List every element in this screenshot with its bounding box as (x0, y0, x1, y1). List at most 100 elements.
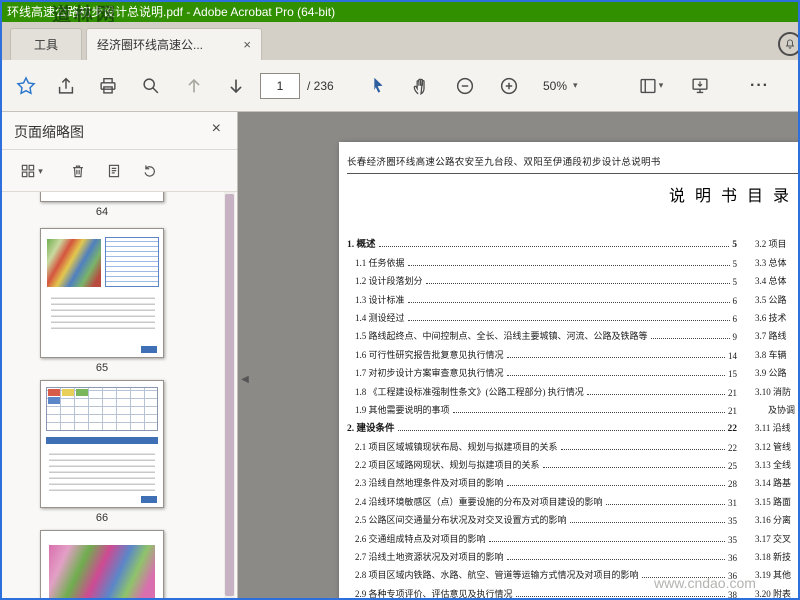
toc-fragment: 3.14 路基 (755, 478, 792, 489)
share-button[interactable] (52, 72, 80, 100)
previous-page-button[interactable] (180, 72, 208, 100)
delete-pages-button[interactable] (66, 159, 90, 183)
thumbnail-label-66: 66 (95, 512, 109, 524)
toc-fragment: 3.19 其他 (755, 570, 792, 581)
thumbnail-map-image (49, 545, 155, 598)
bell-icon (785, 39, 795, 49)
zoom-level-value: 50% (543, 78, 568, 93)
thumbnail-options-button[interactable]: ▾ (14, 159, 48, 183)
tab-document[interactable]: 经济圈环线高速公... × (86, 28, 262, 60)
dot-leader (542, 467, 725, 469)
toc-entry: 2.4 沿线环境敏感区（点）重要设施的分布及对项目建设的影响 31 (355, 496, 737, 508)
pdf-page: 长春经济圈环线高速公路农安至九台段、双阳至伊通段初步设计总说明书 说 明 书 目… (339, 142, 798, 598)
next-page-button[interactable] (222, 72, 250, 100)
dot-leader (407, 301, 730, 303)
star-icon (16, 75, 36, 95)
toc-fragment: 3.15 路面 (755, 496, 792, 507)
thumbnail-logo (141, 346, 157, 353)
toc-entry: 1.4 测设经过 6 (355, 312, 737, 324)
toc-fragment: 3.11 沿线 (755, 423, 791, 434)
dot-leader (515, 595, 725, 597)
title-bar: 环线高速公路初步设计总说明.pdf - Adobe Acrobat Pro (6… (2, 2, 798, 22)
thumbnail-map-image (47, 239, 101, 287)
print-button[interactable] (94, 72, 122, 100)
toc-entry: 1.6 可行性研究报告批复意见执行情况 14 (355, 349, 737, 361)
dot-leader (378, 246, 730, 248)
thumbnail-table-image (46, 387, 158, 431)
thumbnail-legend-table (105, 237, 159, 287)
thumbnails-scrollbar[interactable] (224, 192, 235, 598)
dot-leader (425, 283, 730, 285)
thumbnails-panel: 页面缩略图 × ▾ 64 65 66 (2, 112, 238, 598)
toc-fragment: 3.20 附表 (755, 588, 792, 598)
favorites-star-button[interactable] (12, 72, 40, 100)
thumbnails-panel-header: 页面缩略图 × (2, 112, 237, 150)
thumbnails-panel-title: 页面缩略图 (14, 124, 84, 140)
panel-close-button[interactable]: × (212, 120, 221, 138)
thumbnail-page-65[interactable] (40, 228, 164, 358)
tab-tools[interactable]: 工具 (10, 28, 82, 60)
fullscreen-button[interactable] (686, 72, 714, 100)
insert-page-button[interactable] (102, 159, 126, 183)
plus-circle-icon (500, 77, 518, 94)
cursor-icon (374, 77, 383, 93)
toc-entry: 1. 概述 5 (347, 240, 737, 251)
table-cell-yellow (62, 389, 74, 396)
dot-leader (605, 503, 725, 505)
toc-entry: 2. 建设条件 22 (347, 424, 737, 435)
zoom-in-button[interactable] (495, 72, 523, 100)
thumbnail-page-66[interactable] (40, 380, 164, 508)
thumbnail-page-64[interactable] (40, 192, 164, 202)
dot-leader (560, 448, 725, 450)
thumbnail-page-partial[interactable] (40, 530, 164, 598)
dot-leader (407, 319, 730, 321)
rotate-page-button[interactable] (138, 159, 162, 183)
hand-tool-button[interactable] (407, 72, 435, 100)
arrow-up-icon (188, 78, 200, 92)
page-display-button[interactable]: ▾ (630, 72, 670, 100)
tab-close-icon[interactable]: × (243, 38, 251, 51)
share-icon (58, 77, 74, 94)
table-cell-red (48, 389, 60, 396)
toc-entry: 1.7 对初步设计方案审查意见执行情况 15 (355, 368, 737, 380)
window-title: 环线高速公路初步设计总说明.pdf - Adobe Acrobat Pro (6… (7, 5, 336, 19)
page-number-input[interactable] (260, 72, 300, 99)
toc-fragment: 3.16 分离 (755, 515, 792, 526)
more-tools-button[interactable]: ··· (750, 77, 769, 95)
toc-entry: 2.6 交通组成特点及对项目的影响 35 (355, 533, 737, 545)
toc-fragment: 3.9 公路 (755, 368, 787, 379)
toc-fragment: 3.5 公路 (755, 294, 787, 305)
arrow-down-icon (230, 79, 242, 93)
toc-fragment: 3.6 技术 (755, 312, 787, 323)
dot-leader (407, 264, 730, 266)
thumbnail-text-lines (49, 451, 155, 491)
thumbnail-logo (141, 496, 157, 503)
dot-leader (506, 356, 725, 358)
toc-fragment: 3.3 总体 (755, 257, 787, 268)
zoom-level-dropdown[interactable]: 50% ▾ (543, 79, 578, 93)
scrollbar-thumb[interactable] (225, 194, 234, 596)
thumbnail-blue-band (46, 437, 158, 444)
document-area: ◀ 长春经济圈环线高速公路农安至九台段、双阳至伊通段初步设计总说明书 说 明 书… (238, 112, 798, 598)
dot-leader (650, 338, 730, 340)
dot-leader (506, 485, 725, 487)
toc-entry: 2.3 沿线自然地理条件及对项目的影响 28 (355, 478, 737, 490)
toc-left-column: 1. 概述 5 1.1 任务依据 5 1.2 设计段落划分 5 1.3 设计标准 6 1… (347, 232, 737, 598)
dot-leader (397, 430, 725, 432)
trash-icon (73, 165, 83, 178)
toc-fragment: 3.18 新技 (755, 552, 792, 563)
zoom-out-button[interactable] (451, 72, 479, 100)
panel-collapse-handle[interactable]: ◀ (238, 364, 252, 394)
toc-fragment: 3.7 路线 (755, 331, 787, 342)
toc-entry: 1.2 设计段落划分 5 (355, 276, 737, 288)
page-icon (108, 164, 120, 178)
table-cell-blue (48, 397, 60, 404)
dot-leader (506, 375, 725, 377)
toc-fragment: 3.10 消防 (755, 386, 792, 397)
select-tool-button[interactable] (364, 72, 392, 100)
thumbnail-text-lines (51, 295, 155, 329)
search-button[interactable] (137, 72, 165, 100)
notification-button[interactable] (778, 32, 798, 56)
page-header-line: 长春经济圈环线高速公路农安至九台段、双阳至伊通段初步设计总说明书 (347, 154, 798, 174)
toc-entry: 1.5 路线起终点、中间控制点、全长、沿线主要城镇、河流、公路及铁路等 9 (355, 331, 737, 343)
